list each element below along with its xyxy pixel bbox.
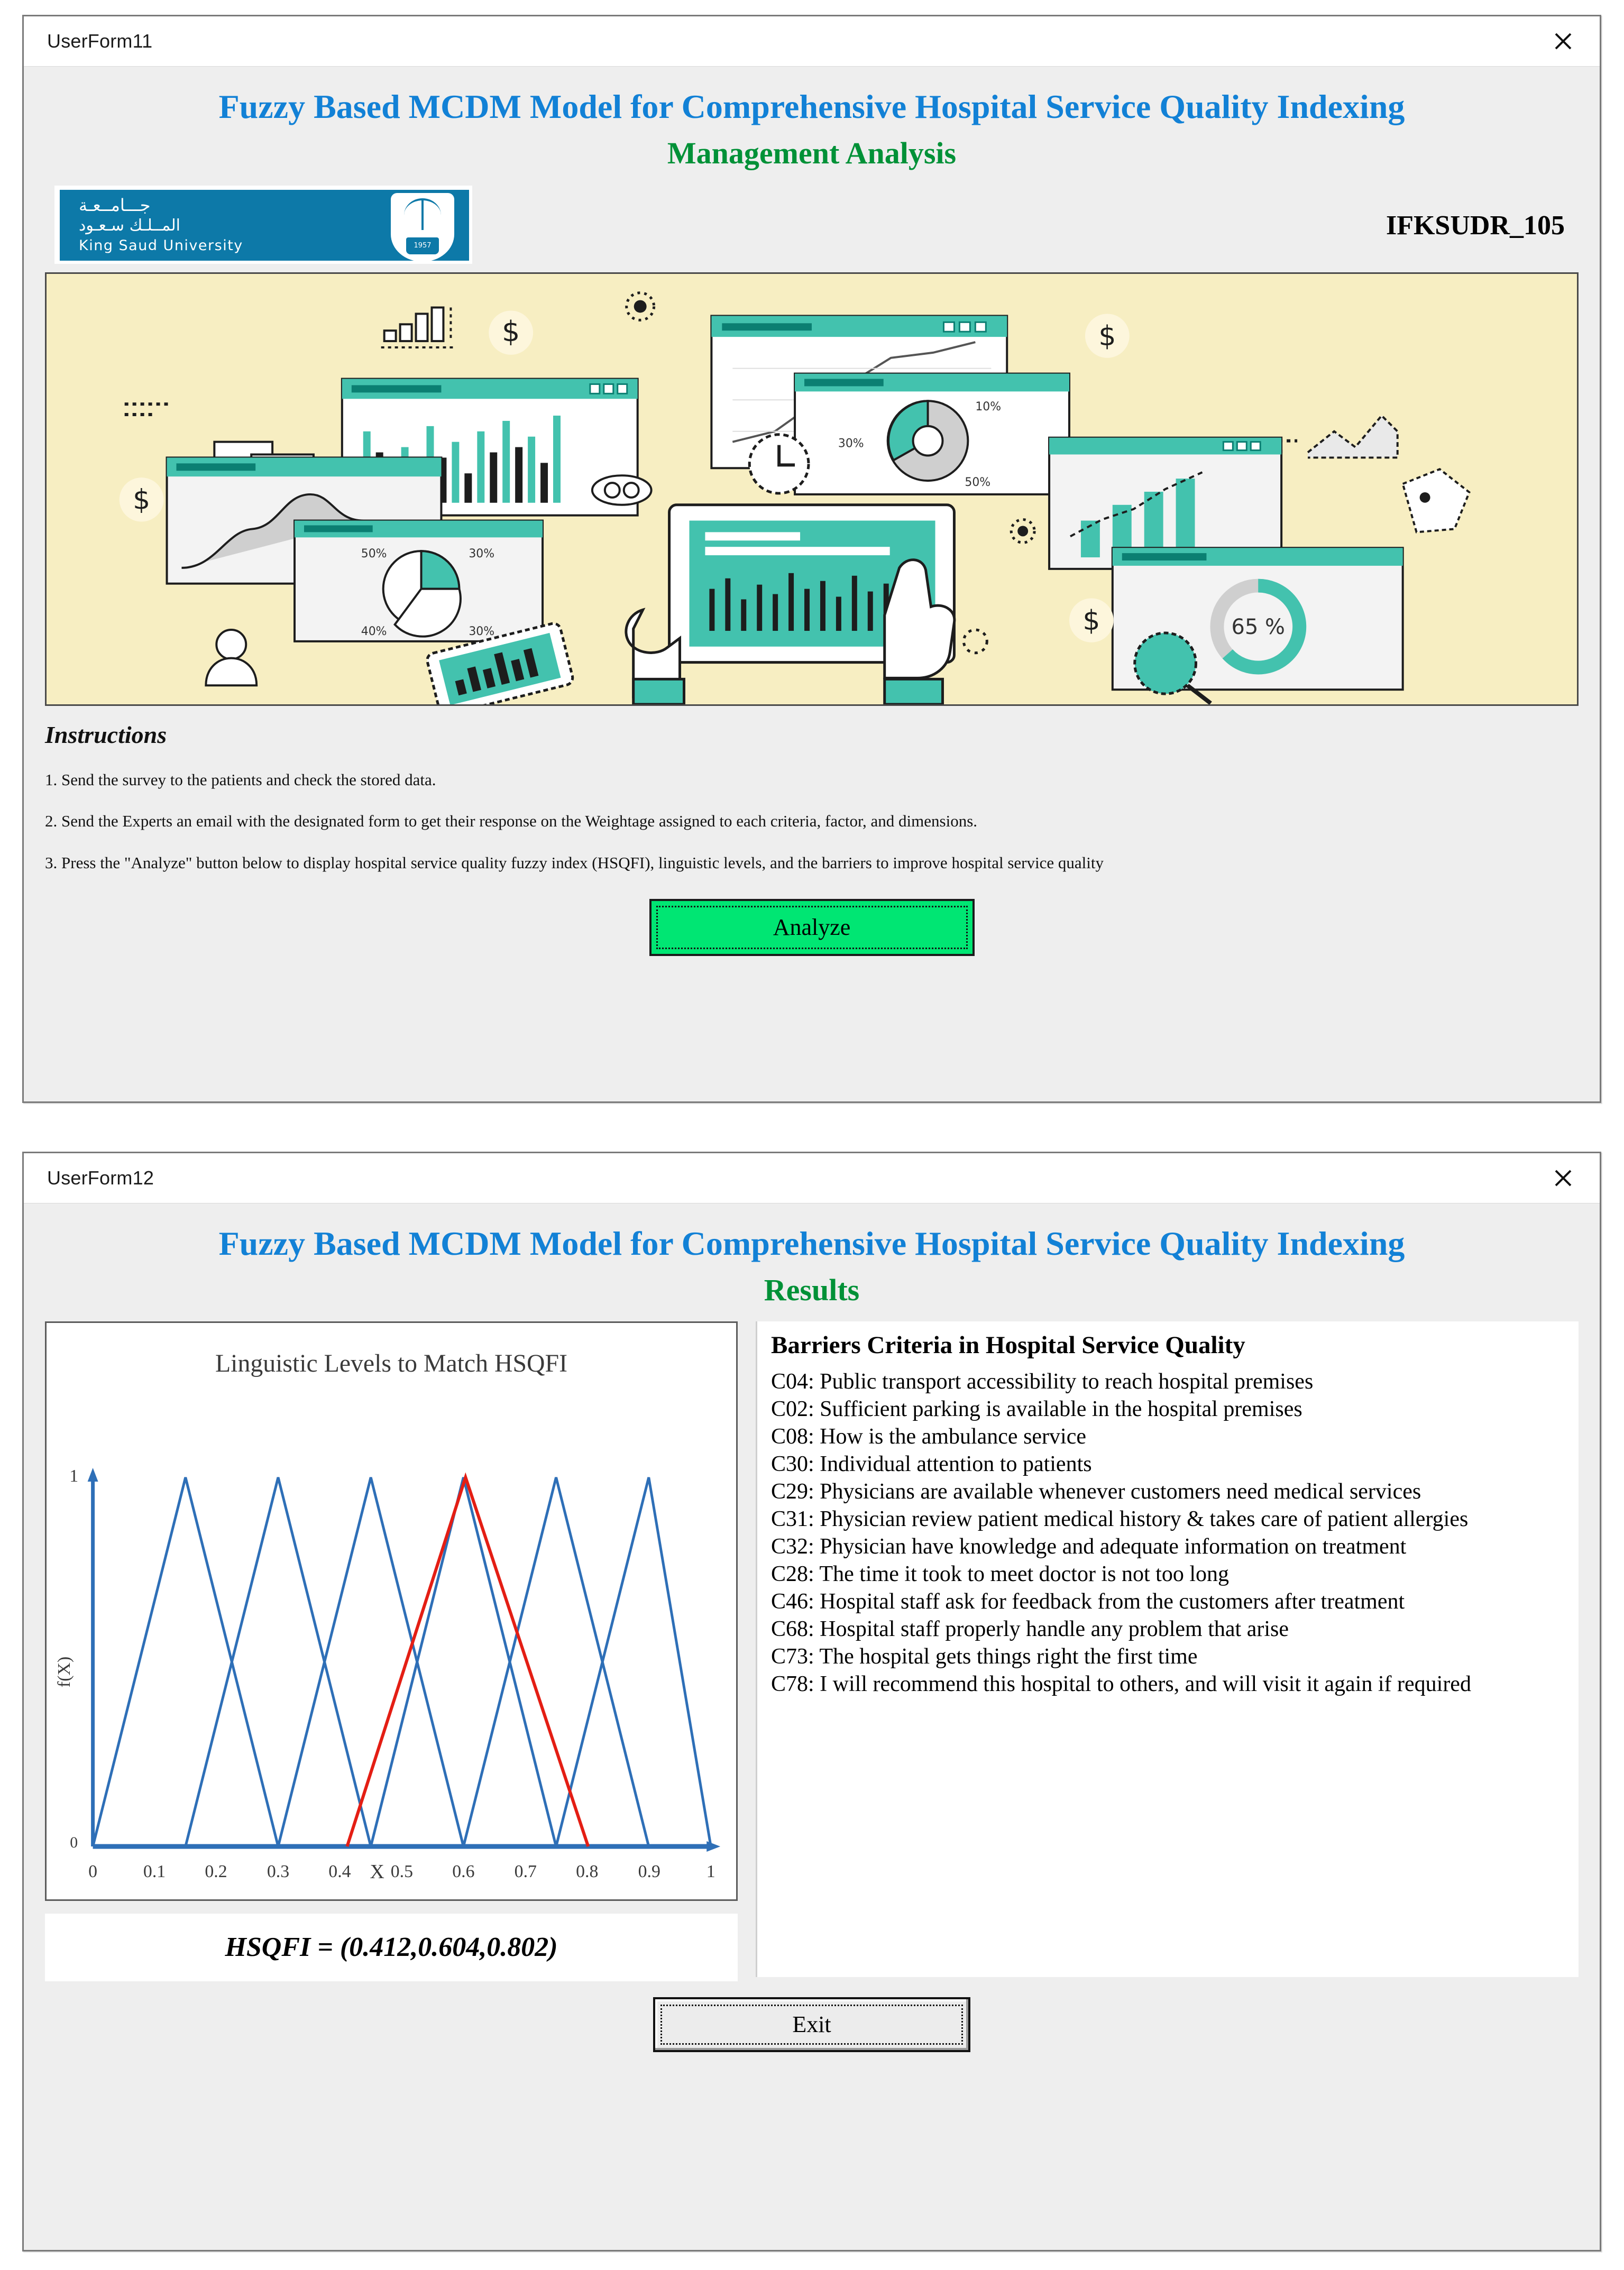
barrier-item: C31: Physician review patient medical hi… [771,1506,1469,1531]
linguistic-levels-chart: Linguistic Levels to Match HSQFI 1 0 f(X… [45,1321,738,1901]
userform11-titlebar: UserForm11 [24,16,1600,67]
svg-text:0.2: 0.2 [205,1861,227,1881]
userform11-title-text: UserForm11 [47,30,153,52]
chart-column: Linguistic Levels to Match HSQFI 1 0 f(X… [45,1321,738,1981]
logo-english-name: King Saud University [79,237,243,254]
svg-text:50%: 50% [361,547,387,560]
close-icon[interactable] [1548,26,1579,57]
svg-text:0.9: 0.9 [638,1861,660,1881]
svg-text:0: 0 [88,1861,97,1881]
svg-text:$: $ [502,315,520,348]
svg-text:30%: 30% [838,437,864,450]
svg-text:40%: 40% [361,625,387,638]
svg-text:0.4: 0.4 [328,1861,351,1881]
barrier-item: C04: Public transport accessibility to r… [771,1369,1314,1394]
analyze-button-label: Analyze [773,914,851,941]
svg-text:50%: 50% [965,476,990,489]
svg-text:0: 0 [70,1833,78,1851]
svg-text:0.8: 0.8 [576,1861,598,1881]
svg-text:Linguistic Levels to Match HSQ: Linguistic Levels to Match HSQFI [215,1349,567,1377]
svg-text:$: $ [133,484,150,516]
analyze-button[interactable]: Analyze [649,898,975,956]
form1-subtitle: Management Analysis [667,135,957,170]
userform11-body: Fuzzy Based MCDM Model for Comprehensive… [24,87,1600,980]
svg-text:0.5: 0.5 [391,1861,413,1881]
close-icon[interactable] [1548,1163,1579,1193]
barrier-item: C78: I will recommend this hospital to o… [771,1672,1471,1697]
barrier-item: C08: How is the ambulance service [771,1424,1086,1449]
svg-text:1: 1 [707,1861,715,1881]
exit-button[interactable]: Exit [653,1997,970,2052]
instruction-item-1: 1. Send the survey to the patients and c… [45,770,436,789]
barriers-list: C04: Public transport accessibility to r… [771,1368,1565,1698]
svg-text:$: $ [1098,320,1116,352]
instructions-heading: Instructions [45,721,167,748]
results-row: Linguistic Levels to Match HSQFI 1 0 f(X… [45,1321,1579,1981]
userform12-window: UserForm12 Fuzzy Based MCDM Model for Co… [22,1152,1601,2251]
svg-text:0.6: 0.6 [452,1861,474,1881]
exit-button-row: Exit [45,1997,1579,2075]
userform12-titlebar: UserForm12 [24,1153,1600,1203]
screenshot-root: UserForm11 Fuzzy Based MCDM Model for Co… [0,0,1624,2270]
shield-year: 1957 [406,237,439,254]
userform12-body: Fuzzy Based MCDM Model for Comprehensive… [24,1224,1600,2075]
barriers-panel-title: Barriers Criteria in Hospital Service Qu… [771,1331,1245,1359]
logo-arabic-line2: المــلـك سـعـود [79,216,180,235]
barrier-item: C46: Hospital staff ask for feedback fro… [771,1589,1405,1614]
svg-text:0.3: 0.3 [267,1861,289,1881]
instruction-item-2: 2. Send the Experts an email with the de… [45,812,978,831]
svg-text:X: X [370,1860,384,1882]
logo-arabic-line1: جـــامــعـة [79,195,151,215]
shield-icon: 1957 [391,192,454,261]
barrier-item: C73: The hospital gets things right the … [771,1644,1198,1669]
form2-main-title: Fuzzy Based MCDM Model for Comprehensive… [218,1225,1405,1262]
hsqfi-value-box: HSQFI = (0.412,0.604,0.802) [45,1913,738,1981]
barrier-item: C28: The time it took to meet doctor is … [771,1562,1229,1587]
svg-text:f(X): f(X) [54,1656,74,1687]
svg-text:1: 1 [69,1466,78,1485]
barrier-item: C30: Individual attention to patients [771,1451,1092,1476]
svg-text:$: $ [1082,605,1100,637]
logo-and-grant-row: جـــامــعـة المــلـك سـعـود King Saud Un… [45,182,1579,264]
grant-id-label: IFKSUDR_105 [1386,210,1565,241]
instruction-item-3: 3. Press the "Analyze" button below to d… [45,853,1104,872]
svg-text:0.7: 0.7 [515,1861,537,1881]
svg-text:65 %: 65 % [1232,615,1285,639]
king-saud-university-logo: جـــامــعـة المــلـك سـعـود King Saud Un… [54,185,472,264]
analyze-button-row: Analyze [45,898,1579,980]
barrier-item: C02: Sufficient parking is available in … [771,1396,1302,1421]
userform12-title-text: UserForm12 [47,1167,154,1189]
form2-subtitle: Results [764,1272,860,1307]
svg-text:10%: 10% [975,400,1001,413]
exit-button-label: Exit [792,2011,831,2038]
analytics-illustration: $ 50% 30% 40% 30% 10% 30% 50% 65 % $ $ $ [45,272,1579,706]
svg-text:30%: 30% [469,547,494,560]
userform11-window: UserForm11 Fuzzy Based MCDM Model for Co… [22,15,1601,1103]
svg-text:30%: 30% [469,625,494,638]
barriers-list-panel: Barriers Criteria in Hospital Service Qu… [756,1321,1579,1977]
svg-text:0.1: 0.1 [143,1861,166,1881]
form1-main-title: Fuzzy Based MCDM Model for Comprehensive… [218,88,1405,125]
hsqfi-value-label: HSQFI = (0.412,0.604,0.802) [225,1932,558,1963]
barrier-item: C32: Physician have knowledge and adequa… [771,1534,1407,1559]
barrier-item: C29: Physicians are available whenever c… [771,1479,1421,1504]
barrier-item: C68: Hospital staff properly handle any … [771,1617,1289,1642]
